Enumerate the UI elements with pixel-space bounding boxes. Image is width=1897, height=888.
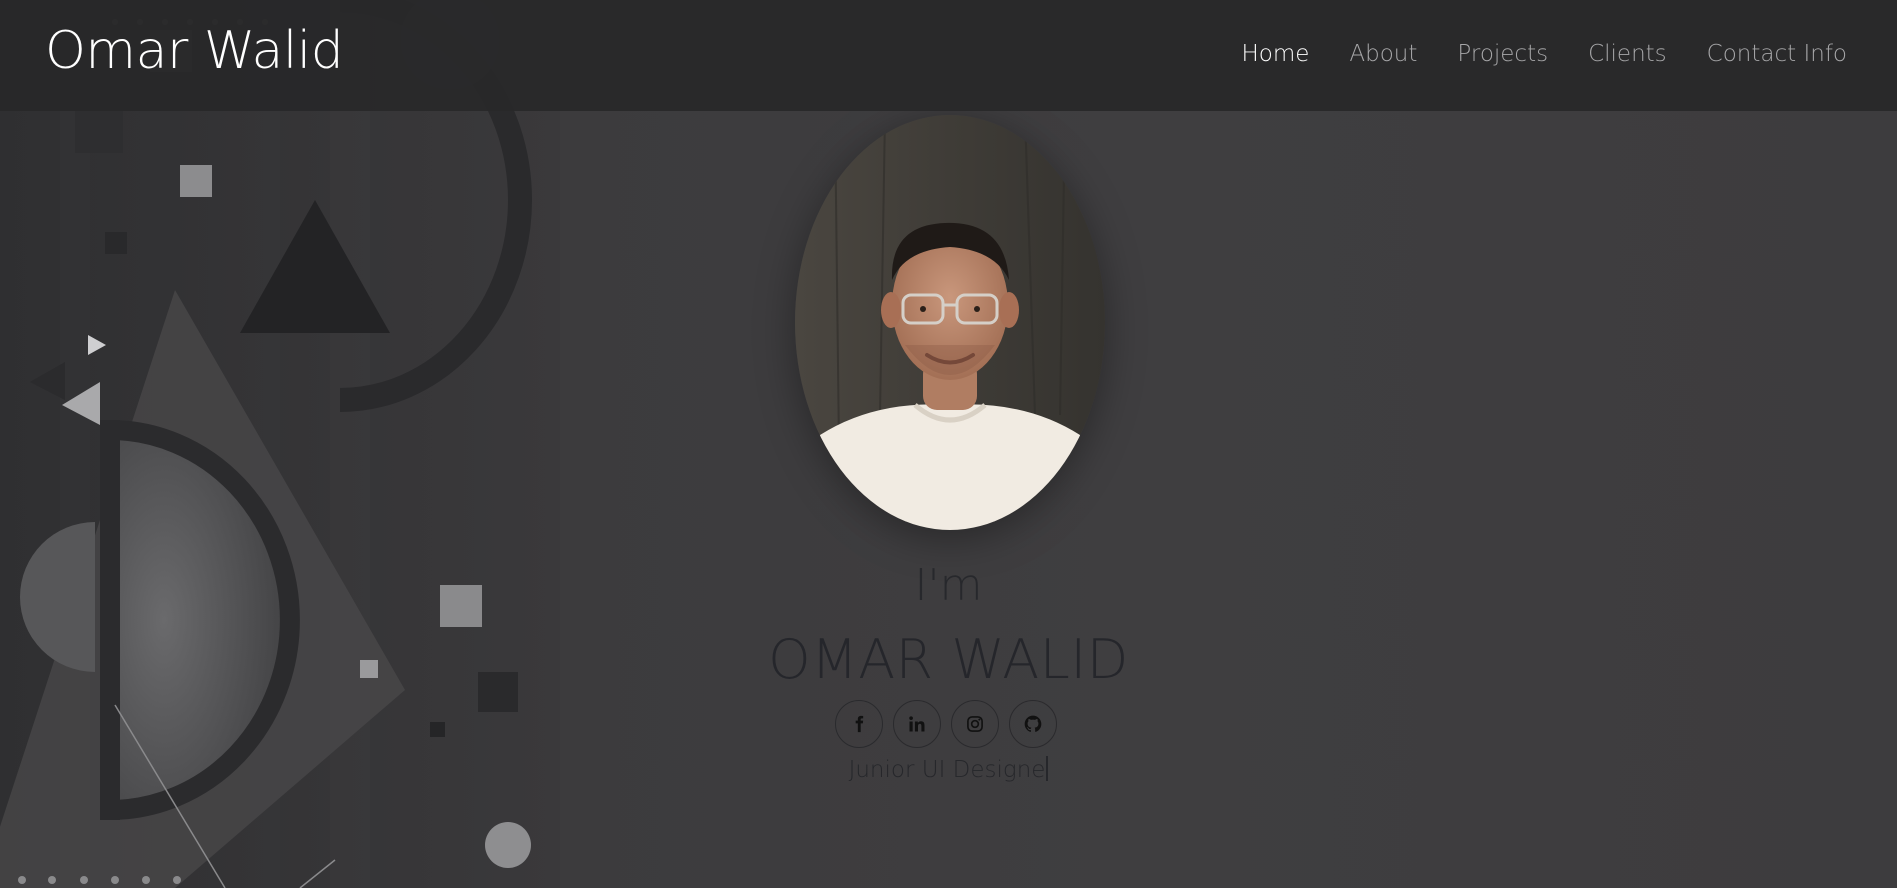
github-button[interactable] bbox=[1009, 700, 1057, 748]
facebook-icon bbox=[855, 715, 864, 733]
nav-projects-link[interactable]: Projects bbox=[1457, 36, 1548, 72]
nav-home-link[interactable]: Home bbox=[1241, 36, 1309, 72]
top-navbar: Omar Walid Home About Projects Clients C… bbox=[0, 0, 1897, 111]
hero-name-heading: OMAR WALID bbox=[768, 628, 1129, 691]
github-icon bbox=[1024, 715, 1042, 732]
profile-photo-illustration bbox=[795, 115, 1105, 530]
nav-links: Home About Projects Clients Contact Info bbox=[1241, 36, 1847, 72]
social-links bbox=[835, 700, 1057, 748]
instagram-icon bbox=[967, 716, 983, 732]
nav-contact-info-link[interactable]: Contact Info bbox=[1707, 36, 1847, 72]
linkedin-icon bbox=[909, 716, 925, 732]
linkedin-button[interactable] bbox=[893, 700, 941, 748]
page: Omar Walid Home About Projects Clients C… bbox=[0, 0, 1897, 888]
hero-intro-text: I'm bbox=[914, 560, 983, 611]
profile-photo bbox=[795, 115, 1105, 530]
nav-clients-link[interactable]: Clients bbox=[1588, 36, 1667, 72]
instagram-button[interactable] bbox=[951, 700, 999, 748]
role-typing-text: Junior UI Designe bbox=[0, 753, 1897, 787]
typing-caret bbox=[1046, 756, 1049, 781]
nav-about-link[interactable]: About bbox=[1349, 36, 1417, 72]
facebook-button[interactable] bbox=[835, 700, 883, 748]
role-text: Junior UI Designe bbox=[848, 757, 1046, 783]
brand-logo[interactable]: Omar Walid bbox=[45, 18, 344, 84]
